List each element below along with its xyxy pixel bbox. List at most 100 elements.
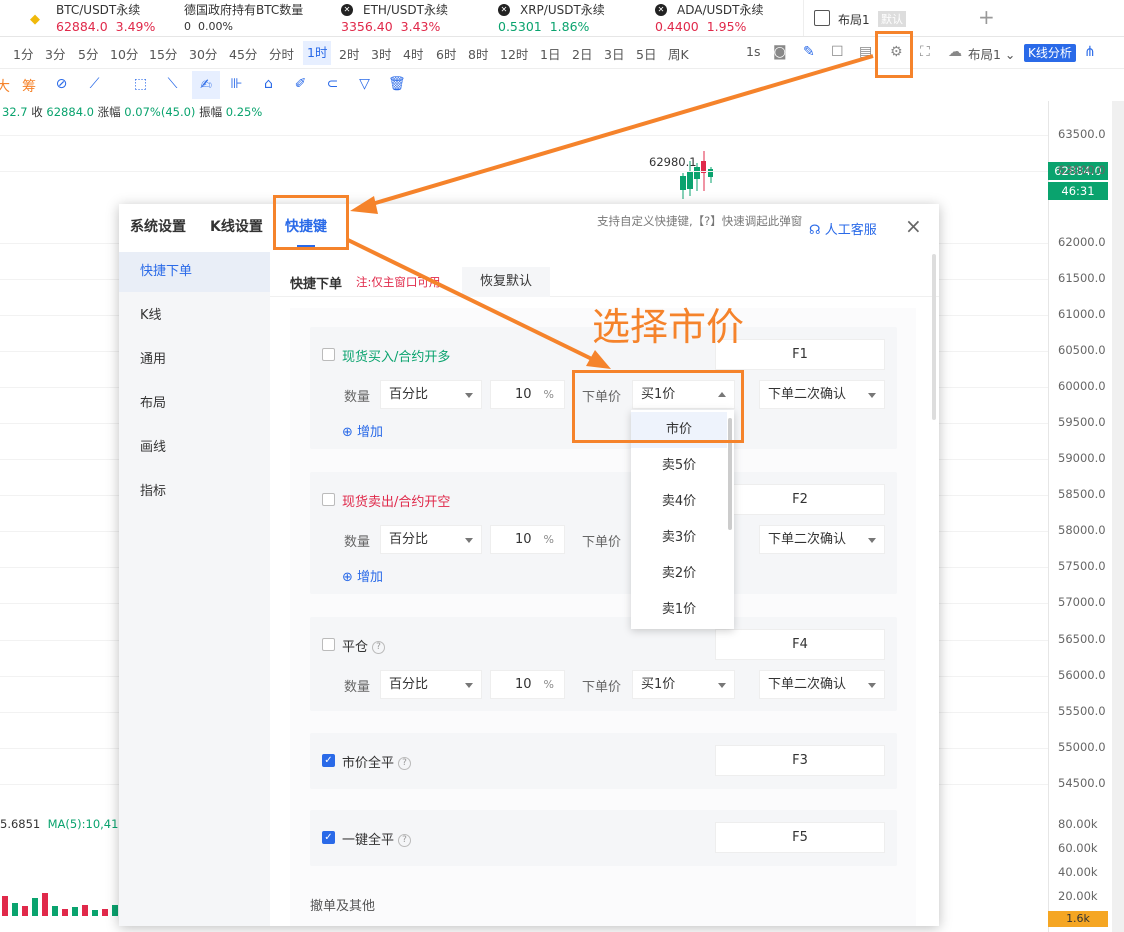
sidebar-item-layout[interactable]: 布局 bbox=[119, 384, 270, 424]
right-scrollbar[interactable] bbox=[1112, 101, 1124, 932]
interval-12h[interactable]: 12时 bbox=[500, 44, 528, 63]
ticker-price: 62884.0 3.49% bbox=[56, 19, 156, 34]
confirm-select[interactable]: 下单二次确认 bbox=[759, 525, 885, 554]
qty-type-select[interactable]: 百分比 bbox=[380, 525, 482, 554]
sidebar-item-drawing[interactable]: 画线 bbox=[119, 428, 270, 468]
pencil-icon[interactable]: ✎ bbox=[803, 44, 815, 60]
interval-2d[interactable]: 2日 bbox=[572, 44, 592, 63]
sidebar-item-quick-order[interactable]: 快捷下单 bbox=[119, 252, 270, 292]
line-icon[interactable]: ⟍ bbox=[164, 76, 181, 93]
enable-checkbox[interactable] bbox=[322, 493, 335, 506]
interval-1m[interactable]: 1分 bbox=[13, 44, 33, 63]
enable-checkbox[interactable] bbox=[322, 348, 335, 361]
cloud-icon[interactable]: ☁ bbox=[948, 44, 962, 60]
interval-15m[interactable]: 15分 bbox=[149, 44, 177, 63]
key-input[interactable]: F2 bbox=[715, 484, 885, 515]
ticker-btc[interactable]: ◆ BTC/USDT永续 62884.0 3.49% bbox=[30, 1, 176, 35]
confirm-select[interactable]: 下单二次确认 bbox=[759, 380, 885, 409]
interval-timeshare[interactable]: 分时 bbox=[269, 44, 294, 63]
candle-icon[interactable]: ⊪ bbox=[228, 76, 245, 93]
trash-icon[interactable]: 🗑 bbox=[388, 76, 406, 93]
interval-3m[interactable]: 3分 bbox=[45, 44, 65, 63]
add-tab-button[interactable]: + bbox=[978, 5, 995, 29]
window-icon[interactable]: ☐ bbox=[831, 44, 844, 60]
edit-note-icon[interactable]: ✐ bbox=[292, 76, 309, 93]
help-icon[interactable]: ? bbox=[372, 641, 386, 654]
key-input[interactable]: F4 bbox=[715, 629, 885, 660]
item-title: 市价全平? bbox=[342, 752, 412, 771]
layout-select[interactable]: 布局1 ⌄ bbox=[968, 44, 1015, 63]
ticker-ada[interactable]: ✕ ADA/USDT永续 0.4400 1.95% bbox=[655, 1, 795, 35]
qty-value-input[interactable]: 10% bbox=[490, 670, 565, 699]
dropdown-option-sell1[interactable]: 卖1价 bbox=[631, 592, 727, 628]
reset-default-button[interactable]: 恢复默认 bbox=[462, 267, 550, 297]
draw-icon[interactable]: ✍ bbox=[192, 71, 220, 99]
layout-tab-label[interactable]: 布局1 bbox=[838, 11, 870, 28]
interval-6h[interactable]: 6时 bbox=[436, 44, 456, 63]
scale-icon[interactable]: ⊘ bbox=[53, 76, 70, 93]
dropdown-option-sell2[interactable]: 卖2价 bbox=[631, 556, 727, 592]
layout-checkbox[interactable] bbox=[814, 10, 830, 26]
key-input[interactable]: F5 bbox=[715, 822, 885, 853]
share-icon[interactable]: ⋔ bbox=[1084, 44, 1096, 60]
interval-3d[interactable]: 3日 bbox=[604, 44, 624, 63]
template-icon[interactable]: ▤ bbox=[859, 44, 872, 60]
interval-8h[interactable]: 8时 bbox=[468, 44, 488, 63]
ticker-xrp[interactable]: ✕ XRP/USDT永续 0.5301 1.86% bbox=[498, 1, 638, 35]
close-button[interactable]: × bbox=[905, 214, 922, 238]
sidebar-item-general[interactable]: 通用 bbox=[119, 340, 270, 380]
ruler-icon[interactable]: ⟋ bbox=[86, 76, 103, 93]
interval-45m[interactable]: 45分 bbox=[229, 44, 257, 63]
price-select[interactable]: 买1价 bbox=[632, 670, 735, 699]
customer-service-link[interactable]: ☊ 人工客服 bbox=[809, 219, 877, 238]
sidebar-item-indicator[interactable]: 指标 bbox=[119, 472, 270, 512]
qty-type-select[interactable]: 百分比 bbox=[380, 380, 482, 409]
qty-type-select[interactable]: 百分比 bbox=[380, 670, 482, 699]
interval-2h[interactable]: 2时 bbox=[339, 44, 359, 63]
dialog-scrollbar[interactable] bbox=[932, 254, 936, 420]
help-icon[interactable]: ? bbox=[398, 757, 412, 770]
enable-checkbox[interactable]: ✓ bbox=[322, 754, 335, 767]
qty-value-input[interactable]: 10% bbox=[490, 380, 565, 409]
dropdown-option-sell4[interactable]: 卖4价 bbox=[631, 484, 727, 520]
ticker-german-btc[interactable]: 德国政府持有BTC数量 0 0.00% bbox=[184, 1, 324, 35]
price-axis-label: 57000.0 bbox=[1058, 595, 1106, 609]
add-button[interactable]: ⊕ 增加 bbox=[342, 566, 383, 585]
kline-analysis-button[interactable]: K线分析 bbox=[1024, 44, 1076, 62]
enable-checkbox[interactable]: ✓ bbox=[322, 831, 335, 844]
interval-30m[interactable]: 30分 bbox=[189, 44, 217, 63]
toolbar-text-1[interactable]: 大 bbox=[0, 76, 10, 96]
price-axis-label: 63000.0 bbox=[1058, 163, 1106, 177]
ticker-price: 0.5301 1.86% bbox=[498, 19, 590, 34]
lock-icon[interactable]: ⌂ bbox=[260, 76, 277, 93]
ticker-eth[interactable]: ✕ ETH/USDT永续 3356.40 3.43% bbox=[341, 1, 481, 35]
interval-3h[interactable]: 3时 bbox=[371, 44, 391, 63]
confirm-select[interactable]: 下单二次确认 bbox=[759, 670, 885, 699]
sidebar-item-kline[interactable]: K线 bbox=[119, 296, 270, 336]
tab-kline-settings[interactable]: K线设置 bbox=[210, 216, 263, 236]
fullscreen-icon[interactable]: ⛶ bbox=[920, 44, 930, 60]
add-button[interactable]: ⊕ 增加 bbox=[342, 421, 383, 440]
interval-5d[interactable]: 5日 bbox=[636, 44, 656, 63]
interval-4h[interactable]: 4时 bbox=[403, 44, 423, 63]
help-icon[interactable]: ? bbox=[398, 834, 412, 847]
interval-5m[interactable]: 5分 bbox=[78, 44, 98, 63]
select-icon[interactable]: ⬚ bbox=[132, 76, 149, 93]
dropdown-option-sell3[interactable]: 卖3价 bbox=[631, 520, 727, 556]
key-input[interactable]: F3 bbox=[715, 745, 885, 776]
dropdown-option-sell5[interactable]: 卖5价 bbox=[631, 448, 727, 484]
binance-icon: ◆ bbox=[30, 12, 40, 27]
filter-icon[interactable]: ▽ bbox=[356, 76, 373, 93]
magnet-icon[interactable]: ⊂ bbox=[324, 76, 341, 93]
interval-1h[interactable]: 1时 bbox=[303, 41, 332, 65]
interval-10m[interactable]: 10分 bbox=[110, 44, 138, 63]
interval-week[interactable]: 周K bbox=[668, 44, 689, 63]
enable-checkbox[interactable] bbox=[322, 638, 335, 651]
toolbar-text-2[interactable]: 筹 bbox=[22, 76, 36, 96]
seconds-toggle[interactable]: 1s bbox=[746, 44, 760, 59]
candles bbox=[680, 151, 713, 199]
tab-system-settings[interactable]: 系统设置 bbox=[130, 216, 186, 236]
interval-1d[interactable]: 1日 bbox=[540, 44, 560, 63]
camera-icon[interactable]: ◙ bbox=[773, 44, 787, 60]
qty-value-input[interactable]: 10% bbox=[490, 525, 565, 554]
